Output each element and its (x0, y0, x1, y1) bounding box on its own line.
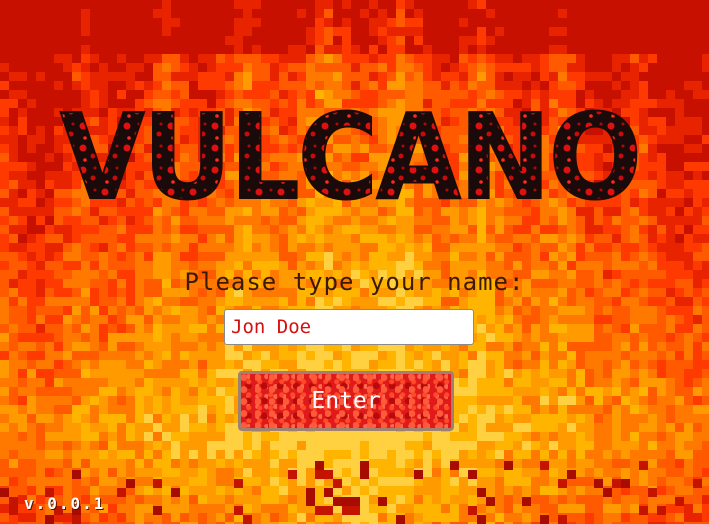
version-label: v.0.0.1 (24, 494, 106, 513)
name-prompt: Please type your name: (184, 268, 525, 296)
game-screen: VULCANO Please type your name: Enter v.0… (0, 0, 709, 524)
enter-button[interactable]: Enter (238, 371, 454, 431)
game-logo: VULCANO (59, 98, 643, 218)
name-input[interactable] (224, 309, 474, 345)
fire-background (0, 0, 709, 524)
logo-title: VULCANO (60, 98, 640, 218)
